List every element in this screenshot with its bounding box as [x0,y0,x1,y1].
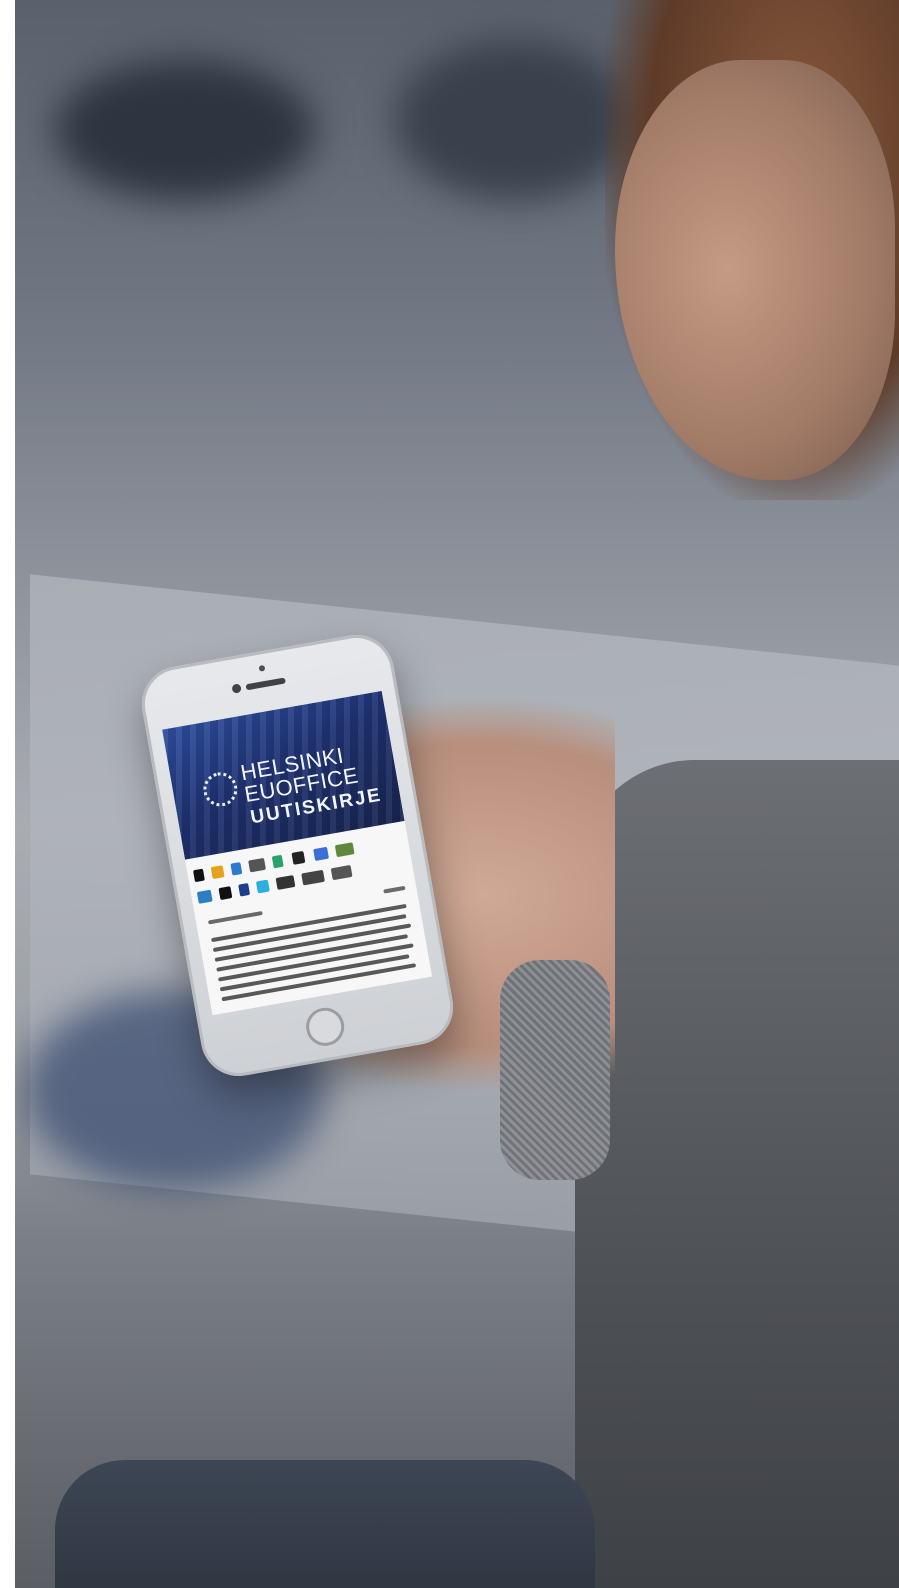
partner-logo-icon [238,883,251,897]
eu-stars-icon [200,769,241,810]
home-button[interactable] [303,1004,348,1049]
partner-logo-icon [301,869,325,886]
front-camera-icon [231,683,242,694]
partner-logo-icon [230,862,243,876]
partner-logo-icon [192,868,205,883]
phone-screen: HELSINKI EUOFFICE UUTISKIRJE [162,690,433,1016]
partner-logo-icon [210,865,225,880]
person-legs [55,1460,595,1588]
background-blur-shape [395,40,635,200]
background-blur-shape [55,60,315,200]
partner-logo-icon [334,842,355,858]
partner-logo-icon [275,875,296,890]
partner-logo-icon [218,886,233,901]
partner-logo-icon [248,857,266,873]
partner-logo-icon [330,864,353,881]
partner-logo-icon [291,850,306,865]
proximity-sensor [258,664,266,672]
left-margin [0,0,15,1588]
person-sleeve [500,960,610,1180]
partner-logo-icon [313,846,330,862]
partner-logo-icon [255,879,270,894]
partner-logo-icon [196,889,213,904]
meta-right [383,885,406,894]
earpiece-speaker [245,677,286,691]
meta-left [207,910,263,925]
person-shoulder [575,760,899,1588]
partner-logo-icon [271,854,284,869]
photo-background [15,0,899,1588]
